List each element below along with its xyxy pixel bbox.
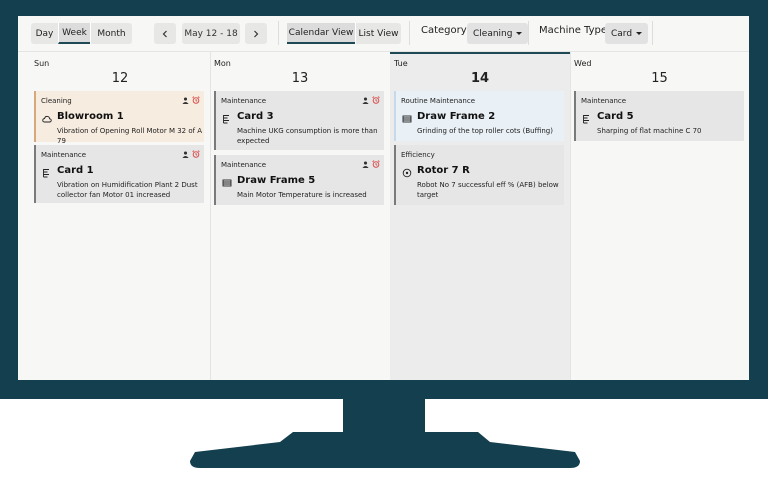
view-range-group: Day Week Month: [31, 23, 132, 44]
day-column-mon: Mon 13 Maintenance Card 3 Machine UKG co…: [210, 52, 390, 380]
alarm-clock-icon[interactable]: [372, 96, 380, 104]
card-description: Robot No 7 successful eff % (AFB) below …: [417, 181, 559, 199]
card-description: Main Motor Temperature is increased: [237, 191, 367, 199]
day-name: Sun: [34, 59, 50, 68]
card-description: Machine UKG consumption is more than exp…: [237, 127, 378, 145]
machine-type-dropdown[interactable]: Card: [605, 23, 649, 44]
chevron-right-icon: [254, 30, 259, 37]
day-name: Tue: [394, 59, 408, 68]
card-description: Sharping of flat machine C 70: [597, 127, 702, 135]
month-view-button[interactable]: Month: [90, 23, 132, 44]
card-machine-icon: [223, 115, 229, 124]
day-name: Wed: [574, 59, 592, 68]
card-title: Rotor 7 R: [417, 165, 470, 176]
card-icons: [182, 96, 200, 104]
toolbar-divider: [409, 21, 410, 45]
day-view-button[interactable]: Day: [31, 23, 58, 44]
card-machine-icon: [43, 169, 49, 178]
alarm-clock-icon[interactable]: [372, 160, 380, 168]
card-machine-icon: [583, 115, 589, 124]
week-view-button[interactable]: Week: [58, 23, 90, 44]
category-label: Category:: [421, 25, 470, 36]
card-category: Efficiency: [401, 151, 435, 159]
event-card[interactable]: Cleaning Blowroom 1 Vibration of Opening…: [34, 91, 204, 145]
user-icon[interactable]: [362, 96, 369, 104]
card-category: Maintenance: [41, 151, 87, 159]
card-icons: [362, 96, 380, 104]
event-card[interactable]: Maintenance Card 5 Sharping of flat mach…: [574, 91, 744, 141]
day-number: 15: [651, 71, 668, 86]
event-card[interactable]: Maintenance Card 3 Machine UKG consumpti…: [214, 91, 384, 150]
date-range-display[interactable]: May 12 - 18: [182, 23, 240, 44]
today-indicator: [390, 52, 570, 54]
day-column-sun: Sun 12 Cleaning Blowroom 1 Vibration of …: [30, 52, 210, 380]
draw-frame-icon: [402, 115, 412, 123]
card-title: Blowroom 1: [57, 111, 124, 122]
day-name: Mon: [214, 59, 231, 68]
category-value: Cleaning: [473, 28, 513, 39]
caret-down-icon: [516, 32, 523, 35]
view-mode-group: Calendar View List View: [287, 23, 401, 44]
machine-type-value: Card: [611, 28, 633, 39]
calendar-view-button[interactable]: Calendar View: [287, 23, 355, 44]
user-icon[interactable]: [182, 150, 189, 158]
card-category: Maintenance: [221, 97, 267, 105]
chevron-left-icon: [162, 30, 167, 37]
event-card[interactable]: Routine Maintenance Draw Frame 2 Grindin…: [394, 91, 564, 141]
draw-frame-icon: [222, 179, 232, 187]
day-column-wed: Wed 15 Maintenance Card 5 Sharping of fl…: [570, 52, 749, 380]
cloud-icon: [42, 115, 52, 123]
toolbar-divider: [278, 21, 279, 45]
card-title: Card 3: [237, 111, 274, 122]
day-number: 12: [111, 71, 129, 86]
category-dropdown[interactable]: Cleaning: [467, 23, 529, 44]
card-category: Maintenance: [581, 97, 627, 105]
event-card[interactable]: Efficiency Rotor 7 R Robot No 7 successf…: [394, 145, 564, 205]
list-view-button[interactable]: List View: [355, 23, 401, 44]
card-category: Cleaning: [41, 97, 72, 105]
toolbar-divider: [528, 21, 529, 45]
card-title: Card 5: [597, 111, 634, 122]
app-screen: Day Week Month May 12 - 18 Calendar View…: [18, 16, 749, 380]
card-icons: [362, 160, 380, 168]
day-number: 14: [470, 71, 490, 86]
card-title: Card 1: [57, 165, 94, 176]
card-category: Routine Maintenance: [401, 97, 476, 105]
toolbar-divider: [652, 21, 653, 45]
card-description: Grinding of the top roller cots (Buffing…: [417, 127, 553, 135]
monitor-stand-neck: [343, 398, 425, 434]
card-title: Draw Frame 5: [237, 175, 316, 186]
day-column-tue: Tue 14 Routine Maintenance Draw Frame 2 …: [390, 52, 570, 380]
user-icon[interactable]: [362, 160, 369, 168]
caret-down-icon: [636, 32, 643, 35]
alarm-clock-icon[interactable]: [192, 96, 200, 104]
rotor-icon: [402, 168, 412, 178]
monitor-stand-base: [190, 432, 580, 468]
machine-type-label: Machine Type:: [539, 25, 611, 36]
alarm-clock-icon[interactable]: [192, 150, 200, 158]
card-description: Vibration of Opening Roll Motor M 32 of …: [57, 127, 203, 145]
event-card[interactable]: Maintenance Card 1 Vibration on Humidifi…: [34, 145, 204, 203]
day-number: 13: [291, 71, 309, 86]
monitor-frame: Day Week Month May 12 - 18 Calendar View…: [0, 0, 768, 399]
prev-week-button[interactable]: [154, 23, 176, 44]
card-description: Vibration on Humidification Plant 2 Dust…: [57, 181, 198, 199]
card-title: Draw Frame 2: [417, 111, 496, 122]
event-card[interactable]: Maintenance Draw Frame 5 Main Motor Temp…: [214, 155, 384, 205]
user-icon[interactable]: [182, 96, 189, 104]
toolbar: Day Week Month May 12 - 18 Calendar View…: [18, 16, 749, 50]
next-week-button[interactable]: [245, 23, 267, 44]
card-category: Maintenance: [221, 161, 267, 169]
card-icons: [182, 150, 200, 158]
